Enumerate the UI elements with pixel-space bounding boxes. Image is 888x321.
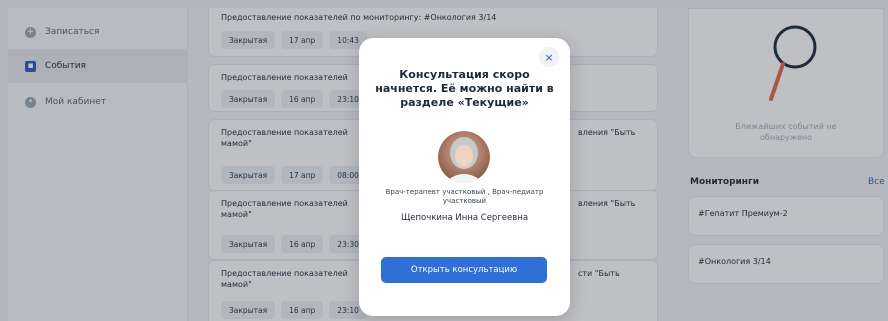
close-button[interactable]: × <box>539 47 559 67</box>
avatar <box>438 131 490 183</box>
modal-title: Консультация скоро начнется. Её можно на… <box>375 68 554 109</box>
doctor-name: Щепочкина Инна Сергеевна <box>400 213 529 223</box>
consultation-modal: × Консультация скоро начнется. Её можно … <box>359 38 570 316</box>
open-consultation-button[interactable]: Открыть консультацию <box>381 257 547 283</box>
doctor-specialty: Врач-терапевт участковый , Врач-педиатр … <box>385 188 544 205</box>
close-icon: × <box>544 50 554 64</box>
